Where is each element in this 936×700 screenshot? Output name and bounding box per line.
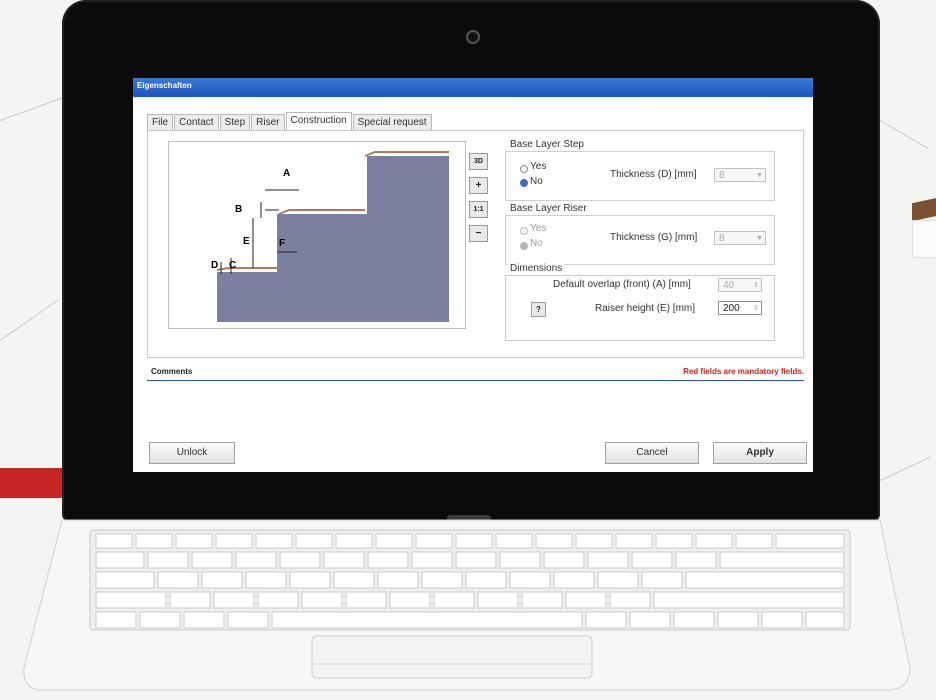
tab-file[interactable]: File bbox=[147, 114, 174, 130]
riser-thickness-select[interactable]: 8 ▼ bbox=[714, 231, 766, 245]
tab-construction[interactable]: Construction bbox=[285, 112, 352, 130]
riser-no-label: No bbox=[530, 238, 543, 249]
step-thickness-value: 8 bbox=[719, 170, 725, 181]
riser-yes-label: Yes bbox=[530, 223, 547, 234]
step-yes-radio[interactable] bbox=[520, 165, 528, 173]
step-thickness-select[interactable]: 8 ▼ bbox=[714, 168, 766, 182]
riser-height-label: Raiser height (E) [mm] bbox=[595, 303, 696, 314]
riser-no-radio[interactable] bbox=[520, 242, 528, 250]
dim-label-f: F bbox=[279, 238, 285, 249]
webcam-icon bbox=[466, 30, 480, 44]
unlock-button[interactable]: Unlock bbox=[149, 442, 235, 464]
tab-riser[interactable]: Riser bbox=[251, 114, 285, 130]
background-sketch-line bbox=[879, 120, 929, 149]
step-thickness-label: Thickness (D) [mm] bbox=[610, 169, 697, 180]
apply-button[interactable]: Apply bbox=[713, 442, 807, 464]
comments-title: Comments bbox=[151, 367, 193, 376]
stair-diagram: A B C D E F bbox=[168, 141, 466, 329]
dialog-window: Eigenschaften File Contact Step Riser Co… bbox=[133, 78, 813, 472]
dim-label-c: C bbox=[229, 260, 236, 271]
construction-panel: A B C D E F 3D + 1:1 − Base Layer Step Y… bbox=[147, 130, 804, 358]
dimensions-title: Dimensions bbox=[508, 263, 565, 274]
base-layer-step-title: Base Layer Step bbox=[508, 139, 586, 150]
window-titlebar: Eigenschaften bbox=[133, 78, 813, 97]
riser-height-value: 200 bbox=[723, 303, 740, 314]
dim-label-b: B bbox=[235, 204, 242, 215]
laptop-base bbox=[0, 518, 936, 695]
base-layer-riser-title: Base Layer Riser bbox=[508, 203, 589, 214]
spinner-icon: ⇕ bbox=[753, 305, 759, 312]
zoom-in-button[interactable]: + bbox=[469, 177, 488, 194]
overlap-value: 40 bbox=[723, 280, 735, 291]
riser-thickness-value: 8 bbox=[719, 233, 725, 244]
background-sketch-line bbox=[880, 456, 932, 481]
riser-yes-radio[interactable] bbox=[520, 227, 528, 235]
tab-step[interactable]: Step bbox=[219, 114, 251, 130]
touchpad bbox=[311, 635, 593, 679]
help-button[interactable]: ? bbox=[531, 302, 546, 317]
dim-label-a: A bbox=[283, 168, 290, 179]
zoom-actual-button[interactable]: 1:1 bbox=[469, 201, 488, 218]
overlap-label: Default overlap (front) (A) [mm] bbox=[553, 279, 691, 290]
zoom-out-button[interactable]: − bbox=[469, 225, 488, 242]
comments-textarea[interactable] bbox=[147, 382, 804, 432]
cancel-button[interactable]: Cancel bbox=[605, 442, 699, 464]
stair-shape bbox=[217, 156, 449, 322]
mandatory-note: Red fields are mandatory fields. bbox=[683, 367, 804, 376]
tab-special-request[interactable]: Special request bbox=[352, 114, 432, 130]
riser-height-field[interactable]: 200 ⇕ bbox=[718, 301, 762, 315]
step-no-label: No bbox=[530, 176, 543, 187]
dim-label-d: D bbox=[211, 260, 218, 271]
riser-thickness-label: Thickness (G) [mm] bbox=[610, 232, 698, 243]
dim-label-e: E bbox=[243, 236, 250, 247]
tab-contact[interactable]: Contact bbox=[174, 114, 219, 130]
step-no-radio[interactable] bbox=[520, 179, 528, 187]
tab-bar: File Contact Step Riser Construction Spe… bbox=[147, 112, 433, 130]
comments-header: Comments Red fields are mandatory fields… bbox=[147, 366, 804, 381]
step-yes-label: Yes bbox=[530, 161, 547, 172]
spinner-icon: ⇕ bbox=[753, 282, 759, 289]
background-sketch-line bbox=[0, 299, 58, 341]
chevron-down-icon: ▼ bbox=[756, 172, 763, 179]
stair-tread-sample bbox=[908, 196, 936, 260]
keyboard-keys bbox=[89, 529, 851, 631]
overlap-field[interactable]: 40 ⇕ bbox=[718, 278, 762, 292]
window-title: Eigenschaften bbox=[137, 81, 192, 90]
stair-drawing: A B C D E F bbox=[211, 151, 449, 322]
keyboard-drawing bbox=[23, 519, 911, 691]
chevron-down-icon: ▼ bbox=[756, 235, 763, 242]
view-3d-button[interactable]: 3D bbox=[469, 153, 488, 170]
